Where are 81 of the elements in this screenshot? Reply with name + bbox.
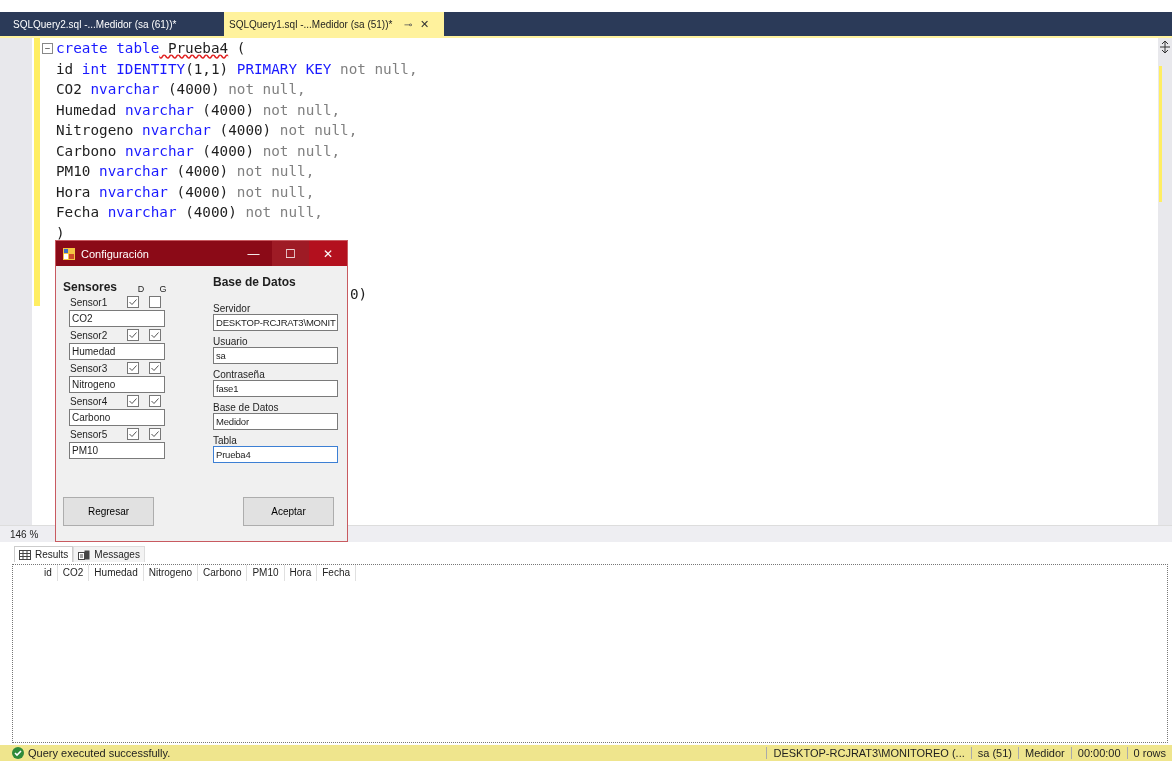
- checkbox[interactable]: [149, 296, 161, 308]
- grid-icon: [19, 549, 31, 560]
- column-header[interactable]: id: [39, 565, 58, 581]
- checkbox[interactable]: [149, 395, 161, 407]
- document-tab[interactable]: SQLQuery1.sql -...Medidor (sa (51))* ⊸ ✕: [224, 12, 444, 36]
- close-button[interactable]: ✕: [309, 241, 347, 266]
- column-header[interactable]: Carbono: [198, 565, 248, 581]
- status-server: DESKTOP-RCJRAT3\MONITOREO (...: [766, 747, 971, 759]
- checkbox[interactable]: [149, 362, 161, 374]
- pin-button[interactable]: ⊸: [404, 18, 413, 30]
- text-field[interactable]: DESKTOP-RCJRAT3\MONIT: [213, 314, 338, 331]
- minimize-button[interactable]: —: [235, 241, 272, 266]
- code-line: CO2 nvarchar (4000) not null,: [56, 80, 306, 99]
- dialog-button[interactable]: Regresar: [63, 497, 154, 526]
- column-header[interactable]: Hora: [284, 565, 318, 581]
- field-label: Base de Datos: [213, 401, 280, 413]
- window-title: Configuración: [81, 247, 150, 260]
- field-label: Sensor1: [70, 296, 109, 308]
- checkbox[interactable]: [149, 428, 161, 440]
- checkbox[interactable]: [149, 329, 161, 341]
- status-rows: 0 rows: [1126, 747, 1172, 759]
- document-tab[interactable]: SQLQuery2.sql -...Medidor (sa (61))*: [8, 12, 224, 36]
- checkbox[interactable]: [127, 329, 139, 341]
- text-field[interactable]: PM10: [69, 442, 165, 459]
- code-line: 0): [350, 285, 368, 304]
- text-field[interactable]: fase1: [213, 380, 338, 397]
- dialog-button[interactable]: Aceptar: [243, 497, 334, 526]
- checkbox[interactable]: [127, 428, 139, 440]
- results-tab[interactable]: Results: [14, 546, 74, 562]
- column-label: D: [136, 284, 146, 294]
- text-field[interactable]: Medidor: [213, 413, 338, 430]
- text-field[interactable]: Humedad: [69, 343, 165, 360]
- column-label: G: [158, 284, 168, 294]
- code-line: PM10 nvarchar (4000) not null,: [56, 162, 315, 181]
- status-time: 00:00:00: [1070, 747, 1127, 759]
- success-icon: [12, 747, 24, 759]
- close-button[interactable]: ✕: [420, 17, 430, 31]
- code-line: ): [56, 223, 65, 243]
- zoom-dropdown[interactable]: 146 %: [10, 528, 39, 540]
- tab-label: SQLQuery2.sql -...Medidor (sa (61))*: [13, 18, 177, 30]
- code-line: Humedad nvarchar (4000) not null,: [56, 100, 341, 120]
- code-line: create table Prueba4 (: [56, 39, 246, 58]
- code-line: id int IDENTITY(1,1) PRIMARY KEY not null,: [56, 59, 418, 79]
- text-field[interactable]: sa: [213, 347, 338, 364]
- code-line: Hora nvarchar (4000) not null,: [56, 182, 315, 202]
- status-message: Query executed successfully.: [28, 747, 172, 759]
- field-label: Sensor4: [70, 395, 109, 407]
- field-label: Usuario: [213, 335, 249, 347]
- text-field[interactable]: Prueba4: [213, 446, 338, 463]
- status-user: sa (51): [970, 747, 1018, 759]
- field-label: Sensor3: [70, 362, 109, 374]
- field-label: Servidor: [213, 302, 252, 314]
- status-database: Medidor: [1018, 747, 1071, 759]
- section-heading: Base de Datos: [213, 274, 297, 291]
- maximize-button[interactable]: ☐: [272, 241, 309, 266]
- field-label: Contraseña: [213, 368, 266, 380]
- text-field[interactable]: CO2: [69, 310, 165, 327]
- column-header[interactable]: Humedad: [89, 565, 144, 581]
- column-header[interactable]: Fecha: [317, 565, 357, 581]
- checkbox[interactable]: [127, 296, 139, 308]
- collapse-button[interactable]: −: [42, 43, 53, 54]
- text-field[interactable]: Nitrogeno: [69, 376, 165, 393]
- tab-label: SQLQuery1.sql -...Medidor (sa (51))*: [229, 18, 393, 30]
- split-icon[interactable]: [1159, 41, 1171, 53]
- code-line: Nitrogeno nvarchar (4000) not null,: [56, 121, 358, 140]
- column-header[interactable]: Nitrogeno: [143, 565, 199, 581]
- column-header[interactable]: CO2: [57, 565, 90, 581]
- app-icon: [63, 247, 75, 260]
- text-field[interactable]: Carbono: [69, 409, 165, 426]
- results-tab[interactable]: Messages: [73, 546, 145, 562]
- messages-icon: [78, 549, 91, 560]
- checkbox[interactable]: [127, 395, 139, 407]
- field-label: Sensor5: [70, 428, 109, 440]
- section-heading: Sensores: [63, 280, 118, 294]
- code-line: Carbono nvarchar (4000) not null,: [56, 141, 341, 161]
- field-label: Sensor2: [70, 329, 109, 341]
- column-header[interactable]: PM10: [247, 565, 285, 581]
- vertical-scrollbar[interactable]: [1158, 38, 1172, 525]
- checkbox[interactable]: [127, 362, 139, 374]
- code-line: Fecha nvarchar (4000) not null,: [56, 203, 323, 222]
- field-label: Tabla: [213, 434, 238, 446]
